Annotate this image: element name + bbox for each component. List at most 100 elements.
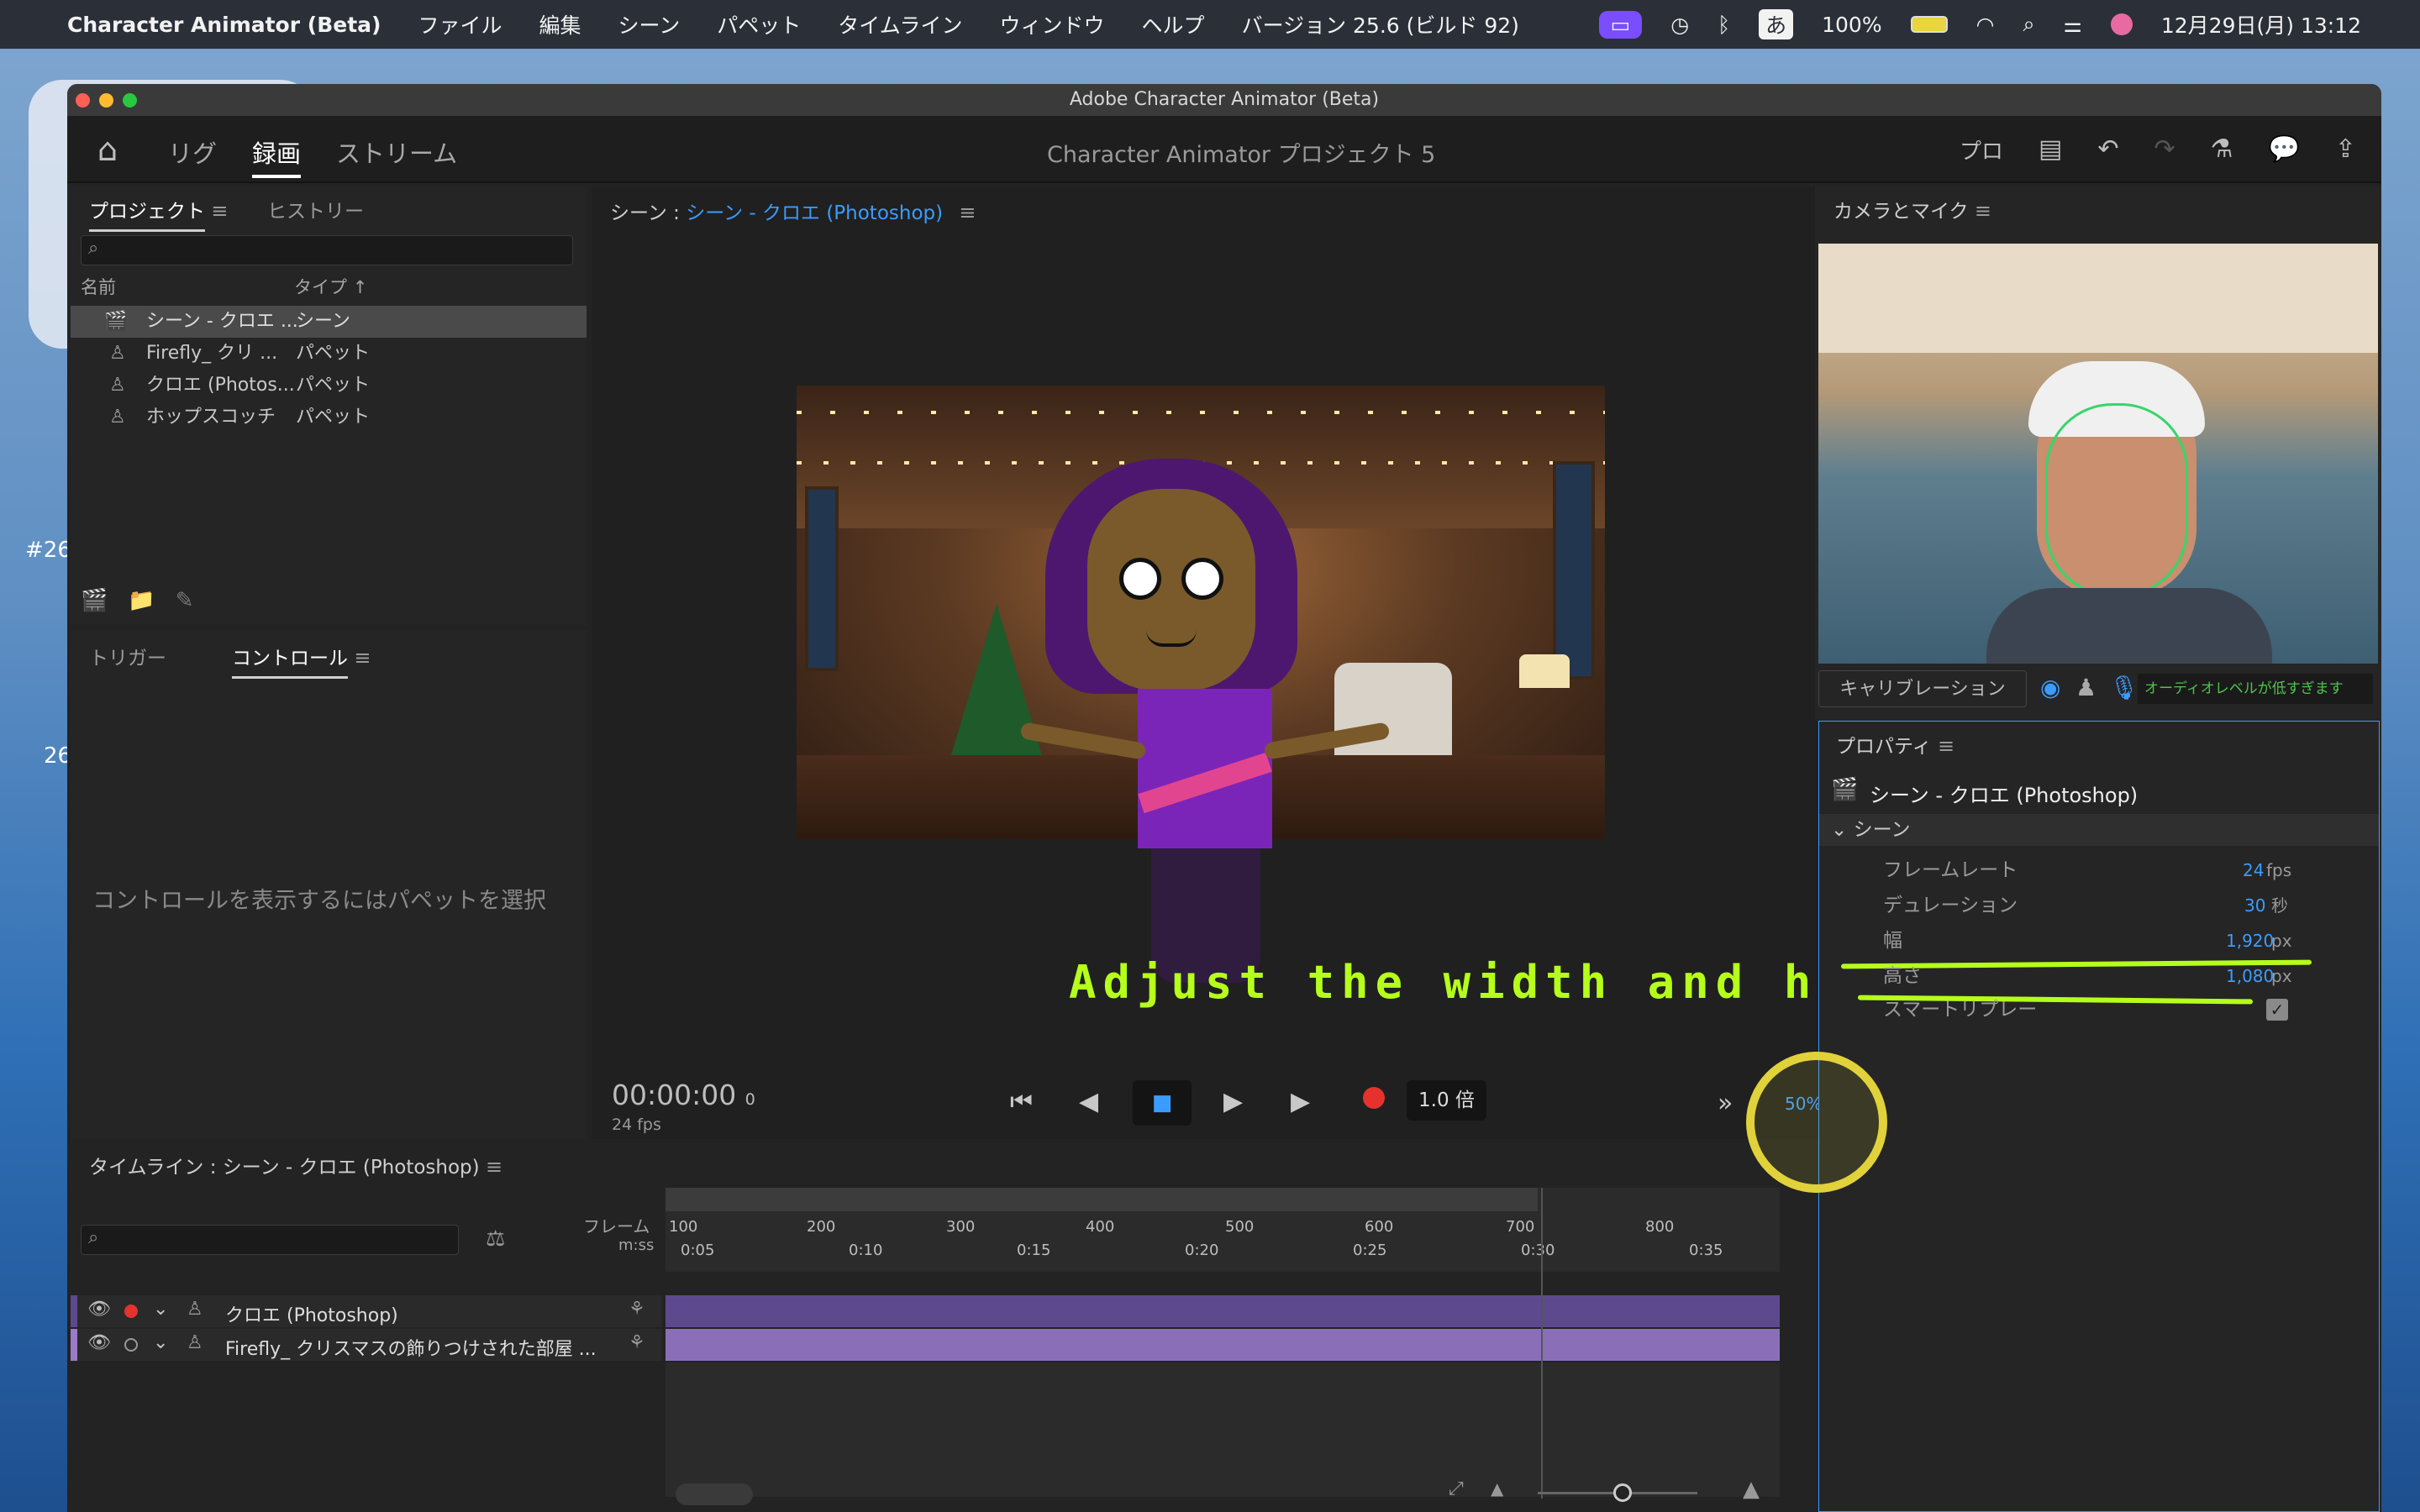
control-center-icon[interactable]: ⚌ bbox=[2063, 13, 2081, 37]
width-value[interactable]: 1,920 bbox=[2226, 923, 2274, 958]
timeline-ruler[interactable]: 100 200 300 400 500 600 700 800 0:05 0:1… bbox=[666, 1188, 1780, 1272]
link-icon[interactable]: ⚘ bbox=[629, 1332, 645, 1353]
menu-edit[interactable]: 編集 bbox=[539, 9, 581, 39]
tab-project[interactable]: プロジェクト bbox=[89, 201, 205, 232]
input-source-icon[interactable]: あ bbox=[1759, 9, 1794, 39]
siri-icon[interactable] bbox=[2110, 13, 2133, 35]
project-item[interactable]: ♙ ホップスコッチ パペット bbox=[71, 402, 587, 433]
project-search-input[interactable]: ⌕ bbox=[81, 235, 573, 265]
menu-help[interactable]: ヘルプ bbox=[1142, 9, 1205, 39]
panel-layout-icon[interactable]: ▤ bbox=[2039, 134, 2062, 165]
timeline-scrollbar[interactable] bbox=[676, 1483, 753, 1505]
window-left bbox=[805, 486, 839, 671]
import-icon[interactable]: ✎ bbox=[176, 588, 194, 613]
chevron-down-icon[interactable]: ⌄ bbox=[153, 1332, 168, 1353]
menu-window[interactable]: ウィンドウ bbox=[1000, 9, 1105, 39]
mode-tab-stream[interactable]: ストリーム bbox=[336, 134, 457, 170]
link-icon[interactable]: ⚘ bbox=[629, 1299, 645, 1320]
menu-timeline[interactable]: タイムライン bbox=[838, 9, 962, 39]
webcam-icon[interactable]: ◉ bbox=[2040, 674, 2060, 701]
visibility-eye-icon[interactable]: 👁 bbox=[87, 1299, 111, 1320]
menu-file[interactable]: ファイル bbox=[418, 9, 502, 39]
panel-menu-icon[interactable]: ≡ bbox=[211, 199, 228, 223]
scene-name-link[interactable]: シーン - クロエ (Photoshop) bbox=[686, 202, 943, 224]
minimize-window-button[interactable] bbox=[99, 93, 113, 108]
height-value[interactable]: 1,080 bbox=[2226, 958, 2274, 994]
search-icon[interactable]: ⌕ bbox=[2023, 12, 2034, 37]
microphone-icon[interactable]: 🎙 bbox=[2109, 674, 2139, 701]
tab-triggers[interactable]: トリガー bbox=[89, 642, 166, 670]
go-to-start-icon[interactable]: ⏮ bbox=[1010, 1087, 1033, 1116]
panel-menu-icon[interactable]: ≡ bbox=[1975, 199, 1991, 223]
property-smart-replay: スマートリプレー ✓ bbox=[1819, 992, 2379, 1027]
menu-puppet[interactable]: パペット bbox=[717, 9, 801, 39]
panel-menu-icon[interactable]: ≡ bbox=[486, 1155, 502, 1179]
zoom-slider-thumb[interactable] bbox=[1613, 1483, 1632, 1502]
smart-replay-checkbox[interactable]: ✓ bbox=[2266, 999, 2288, 1021]
battery-icon[interactable] bbox=[1910, 16, 1948, 33]
more-controls-icon[interactable]: » bbox=[1718, 1089, 1733, 1118]
record-arm-icon[interactable] bbox=[124, 1305, 138, 1318]
beta-lab-icon[interactable]: ⚗ bbox=[2211, 134, 2233, 165]
fit-icon[interactable]: ⤢ bbox=[1449, 1478, 1464, 1499]
calibrate-button[interactable]: キャリブレーション bbox=[1818, 670, 2027, 707]
track-bar[interactable] bbox=[666, 1295, 1780, 1327]
redo-icon[interactable]: ↷ bbox=[2154, 134, 2175, 165]
layer-filter-icon[interactable]: ⚖ bbox=[486, 1226, 505, 1252]
step-back-icon[interactable]: ◀ bbox=[1079, 1087, 1098, 1116]
chevron-down-icon[interactable]: ⌄ bbox=[153, 1299, 168, 1320]
play-icon[interactable]: ▶ bbox=[1223, 1087, 1243, 1116]
track-header[interactable]: 👁 ⌄ ♙ クロエ (Photoshop) ⚘ bbox=[71, 1295, 662, 1327]
face-tracking-outline bbox=[2045, 403, 2188, 596]
record-arm-icon[interactable] bbox=[124, 1338, 138, 1352]
menu-app-name[interactable]: Character Animator (Beta) bbox=[67, 13, 381, 37]
time-machine-icon[interactable]: ◷ bbox=[1670, 13, 1689, 37]
step-forward-icon[interactable]: ▶ bbox=[1291, 1087, 1310, 1116]
track-bar[interactable] bbox=[666, 1329, 1780, 1361]
mode-tab-rig[interactable]: リグ bbox=[168, 134, 217, 170]
wifi-icon[interactable]: ◠ bbox=[1976, 13, 1995, 37]
timeline-search-input[interactable]: ⌕ bbox=[81, 1225, 459, 1255]
panel-menu-icon[interactable]: ≡ bbox=[959, 201, 976, 224]
undo-icon[interactable]: ↶ bbox=[2097, 134, 2118, 165]
menu-version[interactable]: バージョン 25.6 (ビルド 92) bbox=[1242, 9, 1519, 39]
stop-button[interactable]: ■ bbox=[1133, 1080, 1192, 1126]
new-scene-icon[interactable]: 🎬 bbox=[81, 588, 108, 613]
project-title: Character Animator プロジェクト 5 bbox=[1047, 142, 1436, 168]
duration-value[interactable]: 30 bbox=[2244, 888, 2265, 923]
record-button[interactable] bbox=[1363, 1087, 1385, 1109]
project-item[interactable]: ♙ Firefly_ クリ ... パペット bbox=[71, 338, 587, 370]
column-header-type[interactable]: タイプ ↑ bbox=[294, 274, 367, 299]
share-icon[interactable]: ⇪ bbox=[2335, 134, 2356, 165]
zoom-in-icon[interactable]: ▲ bbox=[1743, 1477, 1760, 1502]
close-window-button[interactable] bbox=[76, 93, 90, 108]
track-header[interactable]: 👁 ⌄ ♙ Firefly_ クリスマスの飾りつけされた部屋 ... ⚘ bbox=[71, 1329, 662, 1361]
timeline-zoom-slider[interactable] bbox=[1538, 1483, 1697, 1502]
camera-panel: カメラとマイク ≡ キャリブレーション ◉ ♟ 🎙 オーディオレベルが低すぎます bbox=[1815, 186, 2381, 721]
timecode-display[interactable]: 00:00:00 0 bbox=[612, 1079, 755, 1111]
panel-menu-icon[interactable]: ≡ bbox=[354, 646, 371, 669]
panel-menu-icon[interactable]: ≡ bbox=[1938, 734, 1954, 758]
clock[interactable]: 12月29日(月) 13:12 bbox=[2161, 9, 2361, 39]
column-header-name[interactable]: 名前 bbox=[81, 274, 116, 299]
zoom-window-button[interactable] bbox=[123, 93, 137, 108]
frame-rate-value[interactable]: 24 bbox=[2243, 853, 2264, 888]
body-tracking-icon[interactable]: ♟ bbox=[2075, 674, 2096, 701]
feedback-icon[interactable]: 💬 bbox=[2269, 134, 2300, 165]
section-scene[interactable]: ⌄ シーン bbox=[1819, 814, 2379, 846]
screen-share-icon[interactable]: ▭ bbox=[1598, 10, 1643, 39]
work-area-bar[interactable] bbox=[666, 1188, 1538, 1211]
tab-controls[interactable]: コントロール bbox=[232, 648, 348, 679]
zoom-out-icon[interactable]: ▲ bbox=[1491, 1478, 1503, 1499]
pro-mode-label[interactable]: プロ bbox=[1960, 134, 2003, 165]
new-folder-icon[interactable]: 📁 bbox=[128, 588, 155, 613]
home-icon[interactable]: ⌂ bbox=[97, 131, 118, 168]
project-item[interactable]: ♙ クロエ (Photos... パペット bbox=[71, 370, 587, 402]
mode-tab-record[interactable]: 録画 bbox=[252, 134, 302, 178]
bluetooth-icon[interactable]: ᛒ bbox=[1718, 13, 1730, 37]
visibility-eye-icon[interactable]: 👁 bbox=[87, 1332, 111, 1353]
playback-speed[interactable]: 1.0 倍 bbox=[1407, 1080, 1486, 1121]
tab-history[interactable]: ヒストリー bbox=[267, 195, 364, 223]
project-item[interactable]: 🎬 シーン - クロエ ... シーン bbox=[71, 306, 587, 338]
menu-scene[interactable]: シーン bbox=[618, 9, 680, 39]
